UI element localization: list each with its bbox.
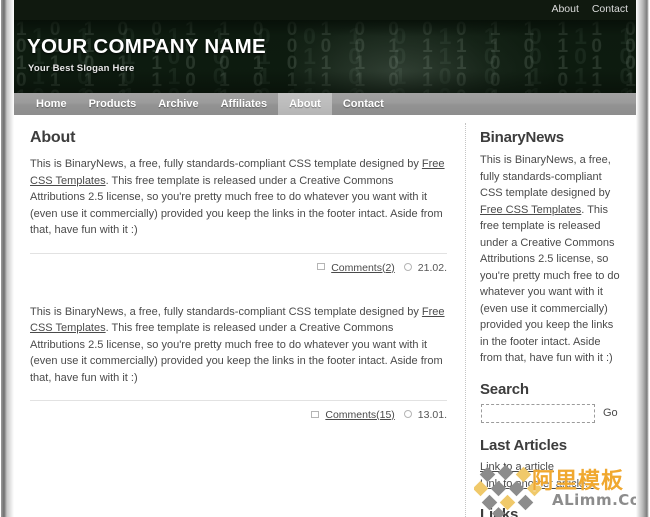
page-frame: About Contact 1 0 1 0 0 1 1 0 0 1 0 0 0 … <box>0 0 650 517</box>
sidebar-about-title: BinaryNews <box>480 129 564 146</box>
last-articles-list: Link to a article Link to another articl… <box>480 460 622 492</box>
main-navigation: Home Products Archive Affiliates About C… <box>14 93 636 115</box>
page-inner: About Contact 1 0 1 0 0 1 1 0 0 1 0 0 0 … <box>14 0 636 517</box>
search-row: Go <box>481 403 622 423</box>
clock-icon <box>403 262 412 271</box>
search-input[interactable] <box>481 403 595 423</box>
header-banner: 1 0 1 0 0 1 1 0 0 1 0 0 0 0 1 1 1 1 0 1 … <box>14 20 636 93</box>
topbar-links: About Contact <box>541 3 628 15</box>
sidebar-about-credit-link[interactable]: Free CSS Templates <box>480 204 581 216</box>
nav-item-products[interactable]: Products <box>78 93 148 115</box>
nav-item-home[interactable]: Home <box>25 93 78 115</box>
sidebar-links-title: Links <box>480 505 519 517</box>
post-2-comments-link[interactable]: Comments(15) <box>325 409 394 421</box>
sidebar-about-body: This is BinaryNews, a free, fully standa… <box>480 152 622 367</box>
sidebar: BinaryNews This is BinaryNews, a free, f… <box>466 123 636 517</box>
topbar: About Contact <box>14 0 636 20</box>
last-article-link-1[interactable]: Link to a article <box>480 461 554 473</box>
post-1-meta: Comments(2) 21.02. <box>30 262 447 274</box>
last-article-link-2[interactable]: Link to another article... <box>480 478 594 490</box>
banner-text-block: YOUR COMPANY NAME Your Best Slogan Here <box>27 35 266 75</box>
main-content: About This is BinaryNews, a free, fully … <box>14 123 466 517</box>
post-1: This is BinaryNews, a free, fully standa… <box>30 156 447 274</box>
post-2-text-before: This is BinaryNews, a free, fully standa… <box>30 305 422 318</box>
comment-icon <box>311 410 320 418</box>
post-1-text-before: This is BinaryNews, a free, fully standa… <box>30 158 422 170</box>
post-1-divider <box>30 252 447 254</box>
post-2: This is BinaryNews, a free, fully standa… <box>30 304 447 421</box>
search-go-button[interactable]: Go <box>603 407 618 419</box>
list-item: Link to another article... <box>480 477 622 492</box>
post-1-body: This is BinaryNews, a free, fully standa… <box>30 156 447 239</box>
company-slogan: Your Best Slogan Here <box>28 63 135 74</box>
post-2-meta: Comments(15) 13.01. <box>30 409 447 421</box>
sidebar-search-title: Search <box>480 380 529 398</box>
nav-item-contact[interactable]: Contact <box>332 93 395 115</box>
topbar-link-contact[interactable]: Contact <box>592 3 628 15</box>
post-2-divider <box>30 400 447 401</box>
nav-item-affiliates[interactable]: Affiliates <box>210 93 278 115</box>
post-1-date: 21.02. <box>417 261 447 274</box>
binary-row-alt-4: 0 1 1 0 1 0 1 1 0 0 0 1 1 1 1 0 1 0 0 1 … <box>32 83 636 94</box>
sidebar-about-text-before: This is BinaryNews, a free, fully standa… <box>480 154 611 199</box>
topbar-link-about[interactable]: About <box>551 3 578 15</box>
company-name: YOUR COMPANY NAME <box>27 35 266 58</box>
list-item: Link to a article <box>480 460 622 475</box>
sidebar-last-articles-title: Last Articles <box>480 436 567 454</box>
post-2-body: This is BinaryNews, a free, fully standa… <box>30 304 447 387</box>
body-columns: About This is BinaryNews, a free, fully … <box>14 115 636 517</box>
nav-item-about[interactable]: About <box>278 93 332 115</box>
post-1-comments-link[interactable]: Comments(2) <box>331 262 395 274</box>
nav-item-archive[interactable]: Archive <box>147 93 209 115</box>
page-title: About <box>30 129 76 146</box>
sidebar-about-text-after: . This free template is released under a… <box>480 203 620 365</box>
post-2-date: 13.01. <box>417 409 447 421</box>
clock-icon <box>403 410 412 418</box>
comment-icon <box>317 263 326 270</box>
